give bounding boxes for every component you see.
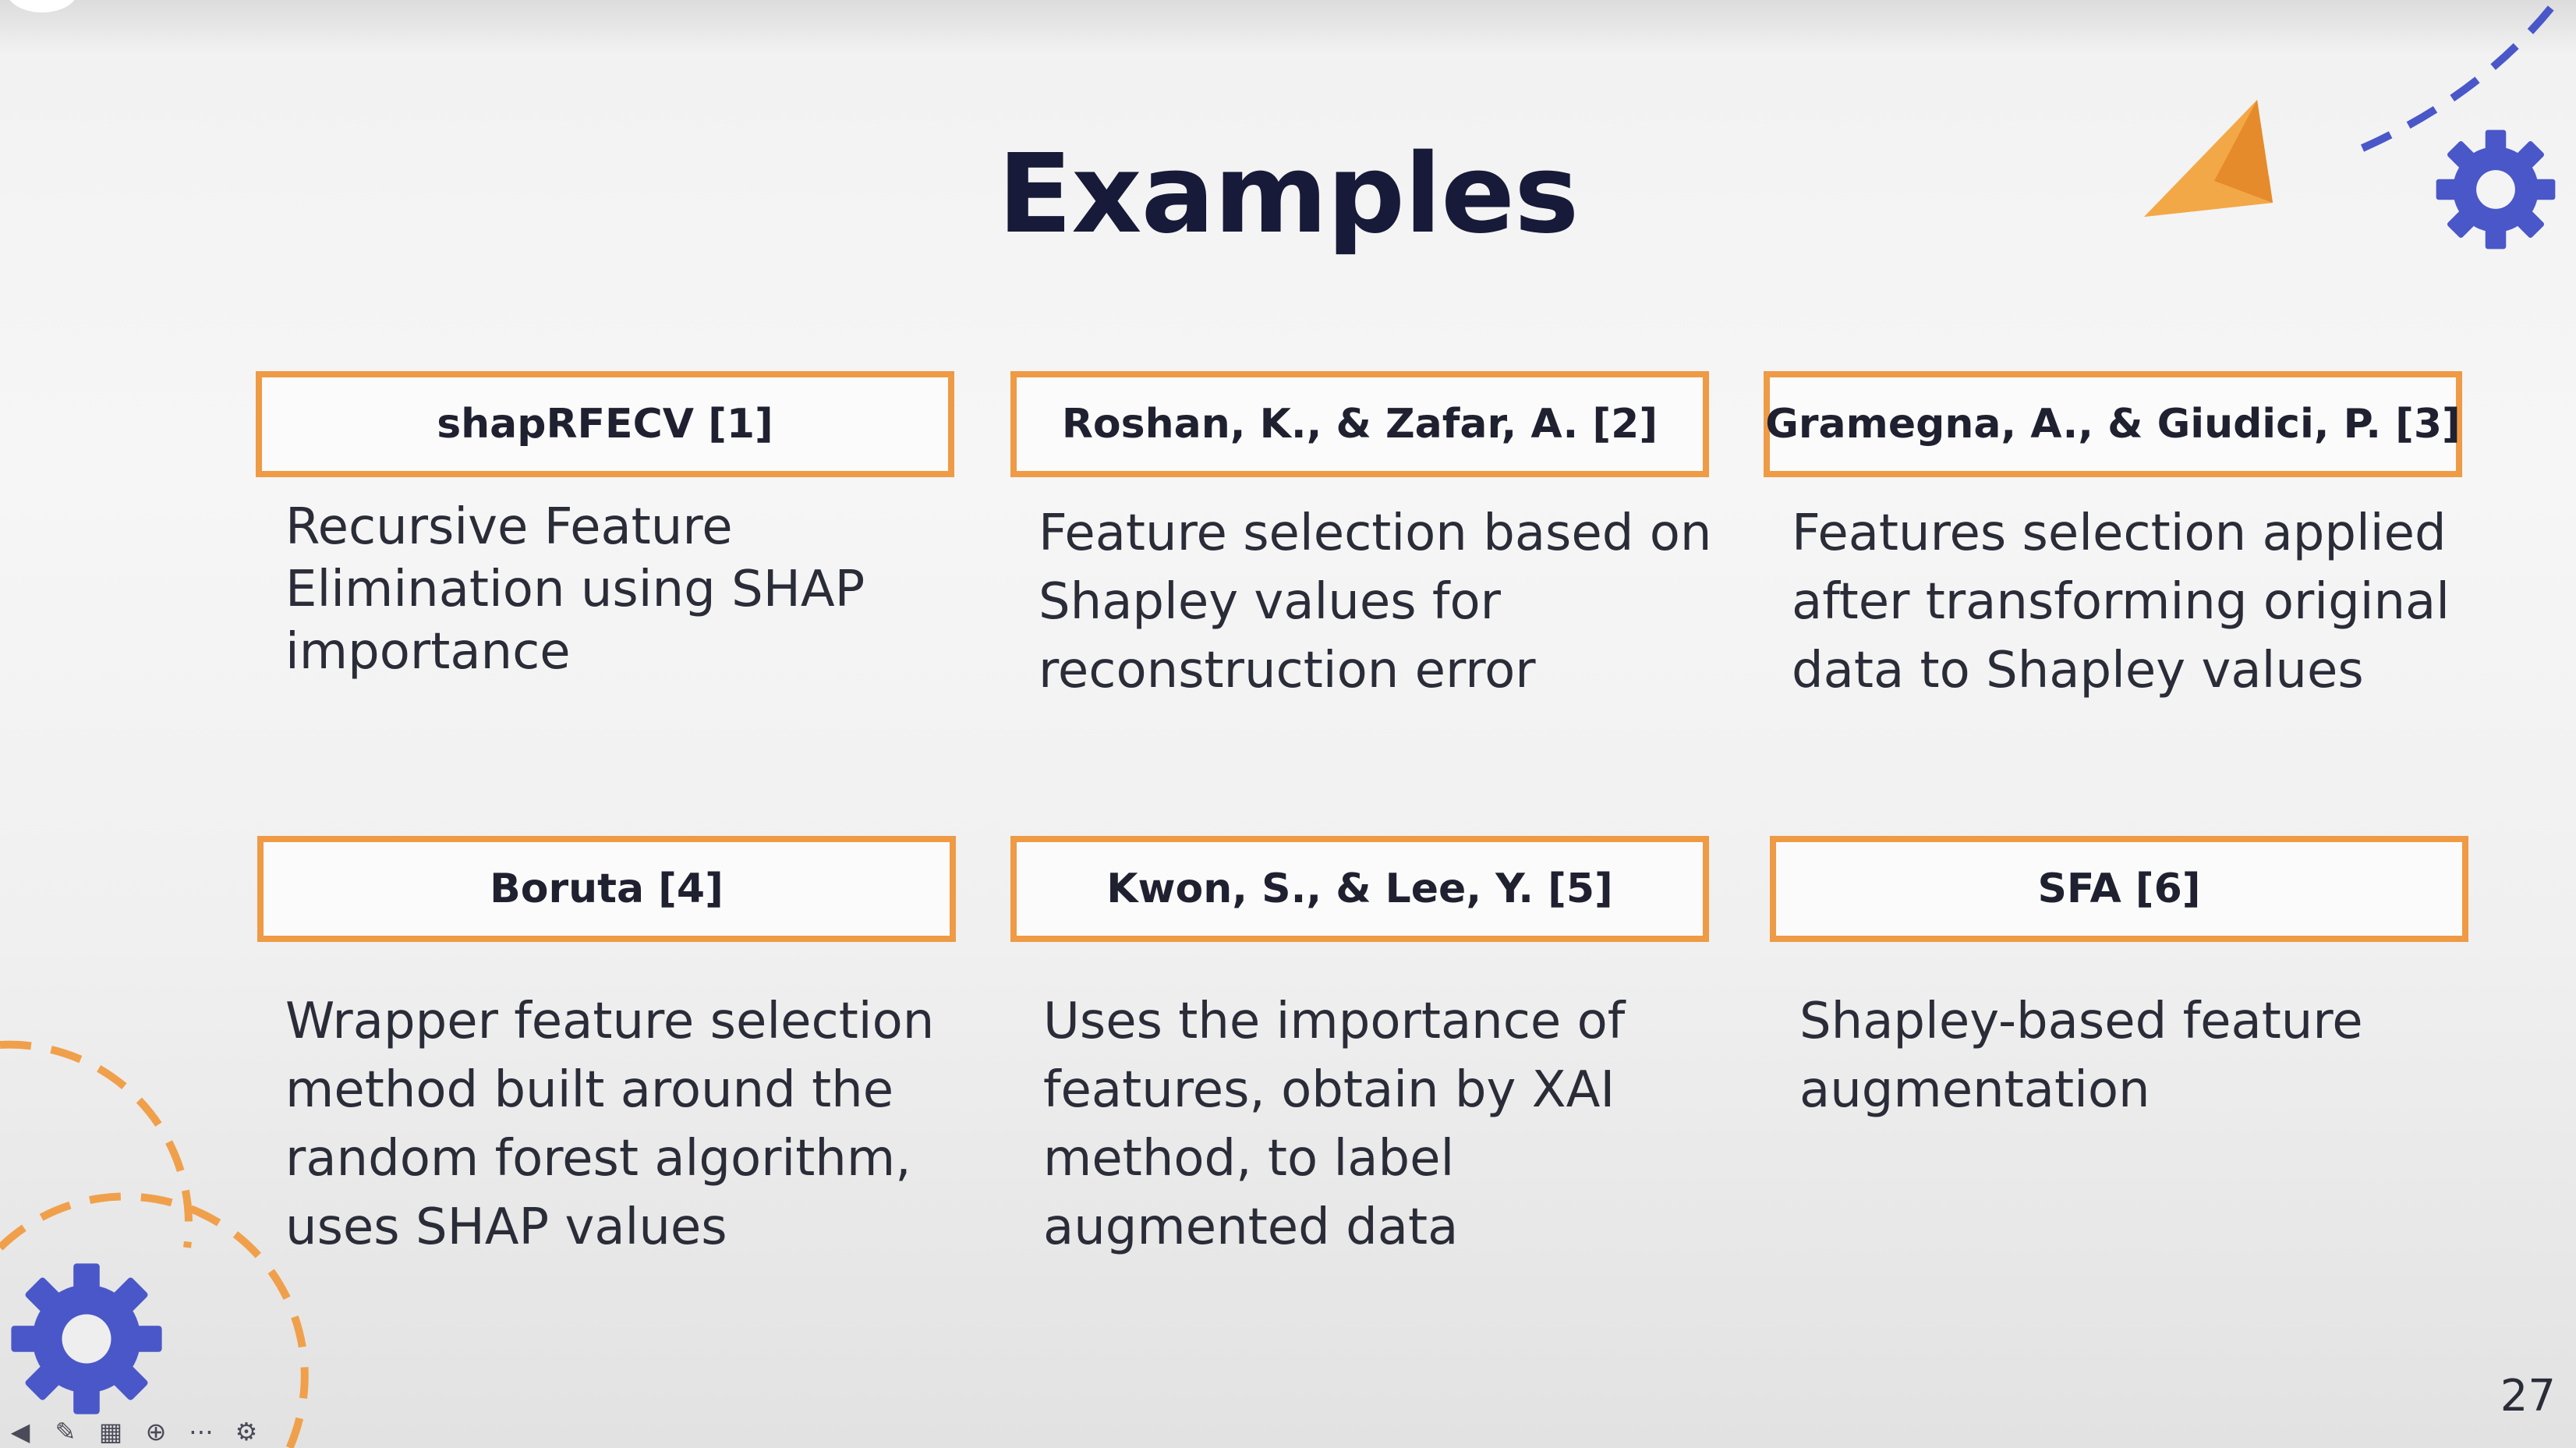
description-line: Uses the importance of: [1043, 993, 1626, 1050]
card-header-kwon-lee: Kwon, S., & Lee, Y. [5]: [1010, 836, 1709, 942]
card-description-roshan-zafar: Feature selection based on Shapley value…: [1039, 499, 1725, 705]
more-icon[interactable]: ⋯: [186, 1416, 217, 1447]
description-line: method built around the: [285, 1061, 894, 1119]
description-line: augmented data: [1043, 1198, 1459, 1256]
description-line: Shapley values for: [1039, 573, 1501, 631]
description-line: after transforming original: [1792, 573, 2450, 631]
description-line: augmentation: [1799, 1061, 2150, 1119]
card-header-sfa: SFA [6]: [1770, 836, 2468, 942]
card-header-boruta: Boruta [4]: [257, 836, 956, 942]
slide: Examples shapRFECV [1] Recursive Feature…: [0, 0, 2576, 1448]
description-line: reconstruction error: [1039, 642, 1536, 699]
pen-icon[interactable]: ✎: [50, 1416, 81, 1447]
back-icon[interactable]: ◀: [5, 1416, 36, 1447]
card-header-shaprfecv: shapRFECV [1]: [256, 371, 954, 477]
slide-title: Examples: [997, 131, 1580, 258]
description-line: uses SHAP values: [285, 1198, 727, 1256]
description-line: data to Shapley values: [1792, 642, 2364, 699]
zoom-icon[interactable]: ⊕: [140, 1416, 172, 1447]
card-header-gramegna-giudici: Gramegna, A., & Giudici, P. [3]: [1764, 371, 2462, 477]
gear-icon: [11, 1263, 162, 1414]
card-description-kwon-lee: Uses the importance of features, obtain …: [1043, 987, 1729, 1262]
grid-icon[interactable]: ▦: [95, 1416, 126, 1447]
description-line: importance: [285, 623, 571, 681]
presentation-toolbar: ◀ ✎ ▦ ⊕ ⋯ ⚙: [0, 1415, 262, 1448]
description-line: Recursive Feature: [285, 498, 733, 556]
description-line: Features selection applied: [1792, 504, 2447, 562]
description-line: features, obtain by XAI: [1043, 1061, 1615, 1119]
description-line: Shapley-based feature: [1799, 993, 2363, 1050]
description-line: Wrapper feature selection: [285, 993, 935, 1050]
card-header-roshan-zafar: Roshan, K., & Zafar, A. [2]: [1010, 371, 1709, 477]
card-description-gramegna-giudici: Features selection applied after transfo…: [1792, 499, 2478, 705]
description-line: random forest algorithm,: [285, 1130, 911, 1188]
description-line: Elimination using SHAP: [285, 561, 865, 618]
description-line: Feature selection based on: [1039, 504, 1712, 562]
description-line: method, to label: [1043, 1130, 1455, 1188]
card-description-shaprfecv: Recursive Feature Elimination using SHAP…: [285, 496, 971, 683]
settings-icon[interactable]: ⚙: [231, 1416, 262, 1447]
page-number: 27: [2500, 1371, 2556, 1421]
corner-highlight: [6, 0, 78, 12]
card-description-boruta: Wrapper feature selection method built a…: [285, 987, 971, 1262]
card-description-sfa: Shapley-based feature augmentation: [1799, 987, 2486, 1124]
